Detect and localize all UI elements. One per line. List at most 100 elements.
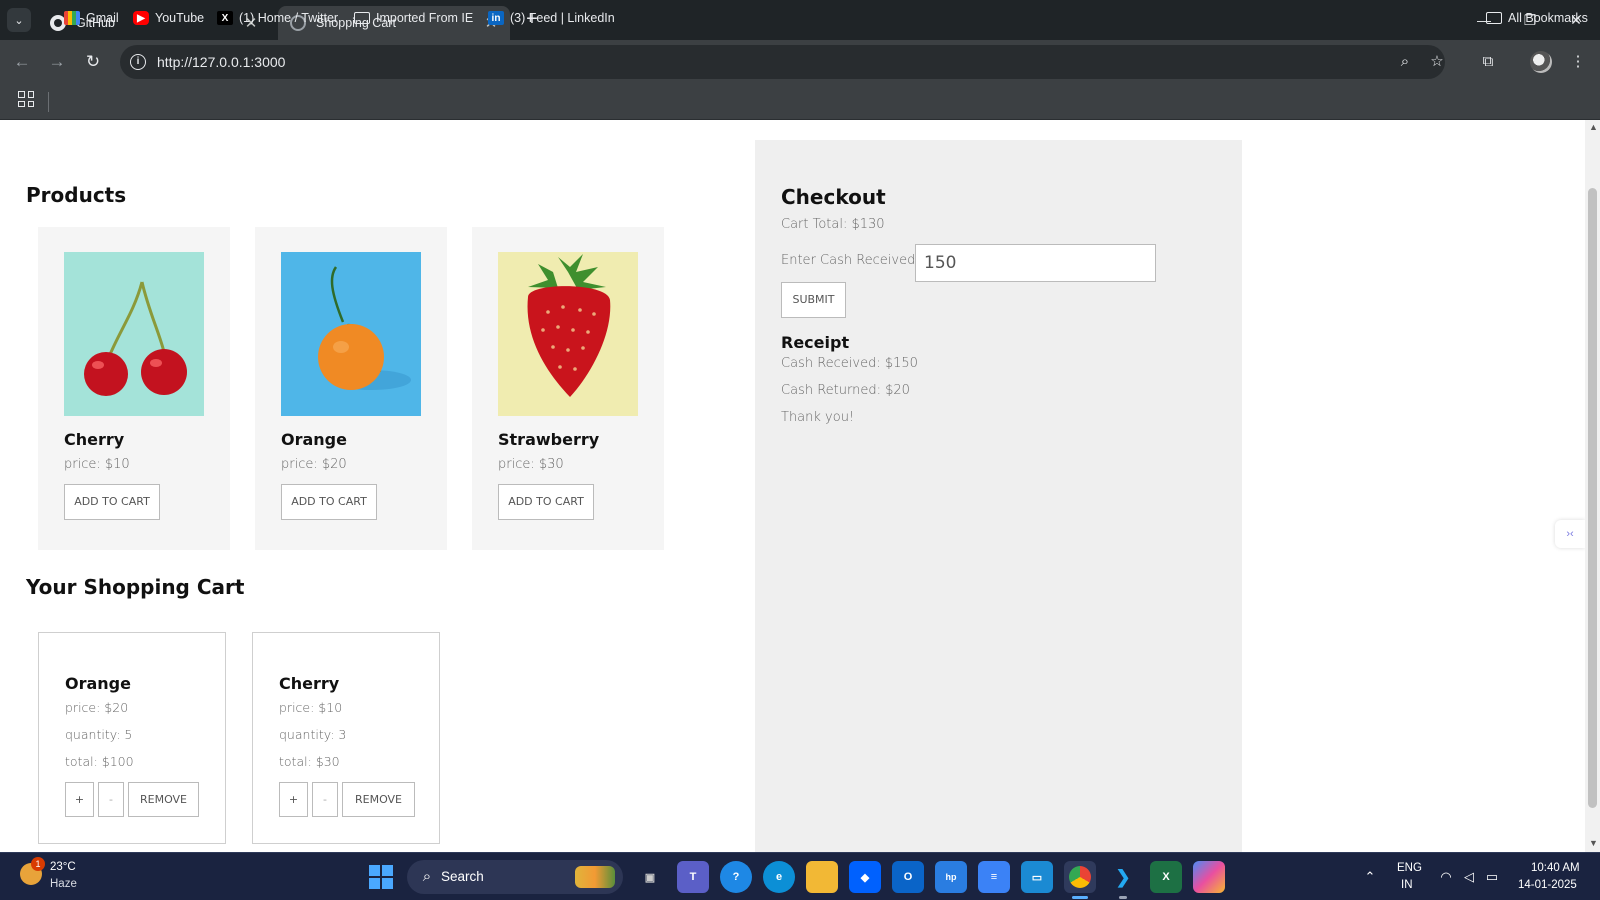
add-to-cart-button[interactable]: ADD TO CART [64,484,160,520]
reload-icon[interactable]: ↻ [81,50,105,74]
dropbox-icon[interactable]: ◆ [849,861,881,893]
folder-icon [354,12,370,24]
bookmark-gmail[interactable]: Gmail [64,8,119,28]
notification-badge: 1 [31,857,45,871]
weather-condition[interactable]: Haze [50,878,77,890]
product-price: price: $30 [498,457,564,472]
bookmark-imported-from-ie[interactable]: Imported From IE [354,8,473,28]
bookmark-linkedin[interactable]: in (3) Feed | LinkedIn [488,8,615,28]
add-to-cart-button[interactable]: ADD TO CART [281,484,377,520]
search-highlight-image [575,866,615,888]
scroll-thumb[interactable] [1588,188,1597,808]
remote-desktop-icon[interactable]: ▭ [1021,861,1053,893]
cart-item-total: total: $30 [279,754,340,769]
strawberry-image [498,252,638,416]
increase-quantity-button[interactable]: + [65,782,94,817]
increase-quantity-button[interactable]: + [279,782,308,817]
receipt-cash-returned: Cash Returned: $20 [781,383,910,398]
page-scrollbar[interactable]: ▲ ▼ [1585,120,1600,852]
edge-icon[interactable]: e [763,861,795,893]
back-icon[interactable]: ← [10,50,34,74]
receipt-heading: Receipt [781,333,850,352]
receipt-thank-you: Thank you! [781,410,855,425]
product-card: Orange price: $20 ADD TO CART [255,227,447,550]
teams-icon[interactable]: T [677,861,709,893]
tab-search-button[interactable]: ⌄ [7,8,31,32]
zoom-icon[interactable]: ⌕ [1393,50,1417,74]
help-icon[interactable]: ? [720,861,752,893]
clock-date[interactable]: 14-01-2025 [1518,879,1577,891]
extensions-icon[interactable]: ⧉ [1476,50,1500,74]
windows-start-icon[interactable] [369,865,393,889]
myhp-icon[interactable]: hp [935,861,967,893]
file-explorer-icon[interactable] [806,861,838,893]
folder-icon [1486,12,1502,24]
menu-dots-icon[interactable]: ⋮ [1566,50,1590,74]
divider [48,92,49,112]
cash-received-input[interactable]: 150 [915,244,1156,282]
bookmark-label: (1) Home / Twitter [239,11,339,25]
receipt-cash-received: Cash Received: $150 [781,356,918,371]
remove-button[interactable]: REMOVE [342,782,415,817]
gmail-icon [64,11,80,25]
product-name: Strawberry [498,430,600,449]
remove-button[interactable]: REMOVE [128,782,199,817]
chrome-icon[interactable] [1064,861,1096,899]
bookmark-label: Gmail [86,11,119,25]
products-heading: Products [26,183,127,207]
cart-item-price: price: $10 [279,700,343,715]
submit-button[interactable]: SUBMIT [781,282,846,318]
chevron-up-icon[interactable]: ⌃ [1360,867,1380,887]
taskbar-search[interactable]: ⌕ Search [407,860,623,894]
notepad-icon[interactable]: ≡ [978,861,1010,893]
site-info-icon[interactable]: i [130,54,146,70]
product-card: Strawberry price: $30 ADD TO CART [472,227,664,550]
bookmark-youtube[interactable]: ▶ YouTube [133,8,204,28]
forward-icon[interactable]: → [45,50,69,74]
outlook-icon[interactable]: O [892,861,924,893]
cart-item-card: Orange price: $20 quantity: 5 total: $10… [38,632,226,844]
decrease-quantity-button[interactable]: - [312,782,338,817]
cart-heading: Your Shopping Cart [26,575,245,599]
cart-item-total: total: $100 [65,754,134,769]
taskbar: 1 23°C Haze ⌕ Search ▣ T ? e ◆ O hp ≡ ▭ … [0,852,1600,900]
url-text[interactable]: http://127.0.0.1:3000 [157,54,285,70]
excel-icon[interactable]: X [1150,861,1182,893]
region-indicator[interactable]: IN [1401,879,1413,891]
task-view-icon[interactable]: ▣ [634,861,666,893]
clock-time[interactable]: 10:40 AM [1531,862,1580,874]
copilot-icon[interactable] [1193,861,1225,893]
side-widget-icon[interactable]: ›‹ [1555,520,1585,548]
scroll-up-icon[interactable]: ▲ [1589,122,1598,132]
cherry-image [64,252,204,416]
cart-total: Cart Total: $130 [781,217,885,232]
weather-temperature[interactable]: 23°C [50,861,76,873]
product-name: Orange [281,430,347,449]
add-to-cart-button[interactable]: ADD TO CART [498,484,594,520]
cash-received-label: Enter Cash Received: [781,253,920,268]
all-bookmarks-label: All Bookmarks [1508,11,1588,25]
apps-grid-icon[interactable] [18,91,34,107]
wifi-icon[interactable]: ◠ [1436,867,1456,887]
cart-item-name: Orange [65,674,131,693]
all-bookmarks-button[interactable]: All Bookmarks [1486,8,1588,28]
address-bar[interactable]: i http://127.0.0.1:3000 ⌕ ☆ [120,45,1445,79]
cart-item-price: price: $20 [65,700,129,715]
decrease-quantity-button[interactable]: - [98,782,124,817]
bookmarks-bar [0,84,1600,120]
product-price: price: $10 [64,457,130,472]
language-indicator[interactable]: ENG [1397,862,1422,874]
profile-avatar[interactable] [1530,51,1552,73]
scroll-down-icon[interactable]: ▼ [1589,838,1598,848]
bookmark-star-icon[interactable]: ☆ [1425,50,1449,74]
vscode-icon[interactable]: ❯ [1107,861,1139,899]
volume-icon[interactable]: ◁ [1459,867,1479,887]
cart-item-card: Cherry price: $10 quantity: 3 total: $30… [252,632,440,844]
product-card: Cherry price: $10 ADD TO CART [38,227,230,550]
bookmark-twitter[interactable]: X (1) Home / Twitter [217,8,338,28]
search-icon: ⌕ [422,868,432,885]
cart-item-quantity: quantity: 5 [65,727,133,742]
battery-icon[interactable]: ▭ [1482,867,1502,887]
product-name: Cherry [64,430,125,449]
cart-item-quantity: quantity: 3 [279,727,347,742]
